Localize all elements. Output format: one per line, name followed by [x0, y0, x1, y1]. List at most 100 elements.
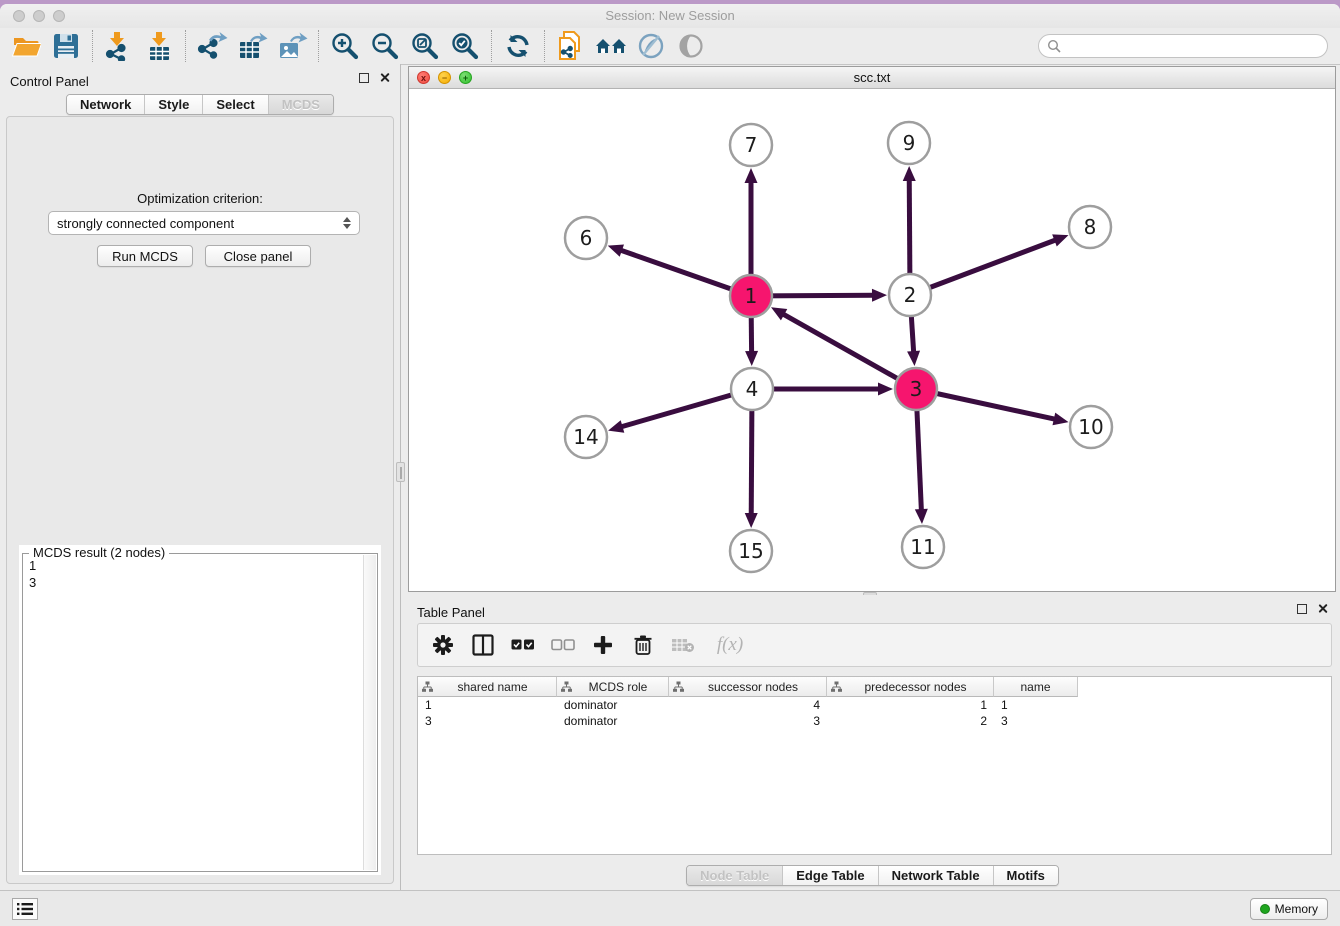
create-column-button[interactable] — [590, 632, 616, 658]
graph-node-15[interactable]: 15 — [730, 530, 772, 572]
network-canvas[interactable]: 7 9 6 8 1 2 4 3 14 10 15 11 — [409, 89, 1335, 591]
search-input[interactable] — [1066, 39, 1319, 53]
open-session-button[interactable] — [6, 29, 46, 63]
export-image-button[interactable] — [272, 29, 312, 63]
column-type-icon — [561, 681, 572, 692]
zoom-in-button[interactable] — [325, 29, 365, 63]
graph-node-1[interactable]: 1 — [730, 275, 772, 317]
float-table-panel-icon[interactable] — [1297, 604, 1307, 614]
table-cell[interactable]: 3 — [669, 713, 827, 729]
table-cell[interactable]: 1 — [994, 697, 1078, 713]
mcds-result-text[interactable]: 13 — [25, 557, 361, 869]
home-networks-button[interactable] — [591, 29, 631, 63]
panel-splitter-grip[interactable] — [396, 462, 405, 482]
tab-network-table[interactable]: Network Table — [878, 866, 993, 885]
graphics-details-button[interactable] — [631, 29, 671, 63]
table-cell[interactable]: 4 — [669, 697, 827, 713]
table-cell[interactable]: 1 — [827, 697, 994, 713]
column-header-mcds-role[interactable]: MCDS role — [557, 677, 669, 697]
close-table-panel-icon[interactable] — [1317, 603, 1328, 614]
edge-1-6[interactable] — [608, 244, 751, 296]
column-label: shared name — [433, 680, 552, 694]
tab-motifs[interactable]: Motifs — [993, 866, 1058, 885]
run-mcds-button[interactable]: Run MCDS — [97, 245, 193, 267]
close-panel-button[interactable]: Close panel — [205, 245, 311, 267]
graph-node-8[interactable]: 8 — [1069, 206, 1111, 248]
graph-node-3[interactable]: 3 — [895, 368, 937, 410]
toolbar-separator — [544, 30, 545, 62]
network-window-titlebar[interactable]: x − + scc.txt — [409, 67, 1335, 89]
node-table-body: 1dominator4113dominator323 — [418, 697, 1331, 729]
table-cell[interactable]: 1 — [418, 697, 557, 713]
result-scrollbar[interactable] — [363, 555, 376, 870]
delete-column-button[interactable] — [630, 632, 656, 658]
search-field[interactable] — [1038, 34, 1328, 58]
edge-3-1[interactable] — [771, 307, 916, 389]
table-panel-tabs: Node TableEdge TableNetwork TableMotifs — [686, 865, 1059, 886]
graph-node-10[interactable]: 10 — [1070, 406, 1112, 448]
zoom-selected-button[interactable] — [445, 29, 485, 63]
column-header-predecessor-nodes[interactable]: predecessor nodes — [827, 677, 994, 697]
result-line: 3 — [29, 574, 361, 591]
export-network-button[interactable] — [192, 29, 232, 63]
close-panel-icon[interactable] — [379, 72, 390, 83]
node-label: 3 — [910, 377, 923, 401]
apply-layout-button[interactable] — [498, 29, 538, 63]
network-graph: 7 9 6 8 1 2 4 3 14 10 15 11 — [409, 89, 1335, 591]
float-panel-icon[interactable] — [359, 73, 369, 83]
column-header-successor-nodes[interactable]: successor nodes — [669, 677, 827, 697]
zoom-selected-icon — [450, 31, 480, 61]
edge-2-8[interactable] — [910, 234, 1068, 295]
edge-arrowhead-icon — [872, 289, 887, 302]
edge-arrowhead-icon — [745, 513, 758, 528]
select-all-columns-button[interactable] — [510, 632, 536, 658]
tab-select[interactable]: Select — [202, 95, 267, 114]
memory-button[interactable]: Memory — [1250, 898, 1328, 920]
criterion-dropdown[interactable]: strongly connected component — [48, 211, 360, 235]
zoom-out-button[interactable] — [365, 29, 405, 63]
column-header-shared-name[interactable]: shared name — [418, 677, 557, 697]
import-network-button[interactable] — [99, 29, 139, 63]
show-column-panel-button[interactable] — [470, 632, 496, 658]
graph-node-2[interactable]: 2 — [889, 274, 931, 316]
edge-3-10[interactable] — [916, 389, 1069, 425]
delete-table-button[interactable] — [670, 632, 696, 658]
graph-node-6[interactable]: 6 — [565, 217, 607, 259]
column-label: name — [998, 680, 1073, 694]
graph-node-4[interactable]: 4 — [731, 368, 773, 410]
function-builder-button[interactable]: f(x) — [710, 632, 750, 658]
graph-node-14[interactable]: 14 — [565, 416, 607, 458]
show-hide-button[interactable] — [671, 29, 711, 63]
table-cell[interactable]: 3 — [418, 713, 557, 729]
list-icon — [17, 902, 33, 916]
table-row[interactable]: 1dominator411 — [418, 697, 1331, 713]
import-table-button[interactable] — [139, 29, 179, 63]
edge-arrowhead-icon — [608, 420, 624, 432]
save-session-button[interactable] — [46, 29, 86, 63]
tab-node-table[interactable]: Node Table — [687, 866, 782, 885]
table-cell[interactable]: dominator — [557, 713, 669, 729]
graph-node-7[interactable]: 7 — [730, 124, 772, 166]
table-row[interactable]: 3dominator323 — [418, 713, 1331, 729]
table-cell[interactable]: 3 — [994, 713, 1078, 729]
graph-node-9[interactable]: 9 — [888, 122, 930, 164]
tab-network[interactable]: Network — [67, 95, 144, 114]
save-icon — [53, 33, 79, 59]
status-bar: Memory — [0, 890, 1340, 926]
tab-edge-table[interactable]: Edge Table — [782, 866, 877, 885]
export-table-button[interactable] — [232, 29, 272, 63]
table-settings-button[interactable] — [430, 632, 456, 658]
table-cell[interactable]: dominator — [557, 697, 669, 713]
tab-mcds[interactable]: MCDS — [268, 95, 333, 114]
task-history-button[interactable] — [12, 898, 38, 920]
zoom-fit-button[interactable] — [405, 29, 445, 63]
tab-style[interactable]: Style — [144, 95, 202, 114]
column-header-name[interactable]: name — [994, 677, 1078, 697]
edge-4-14[interactable] — [608, 389, 752, 433]
deselect-all-columns-button[interactable] — [550, 632, 576, 658]
table-cell[interactable]: 2 — [827, 713, 994, 729]
graph-node-11[interactable]: 11 — [902, 526, 944, 568]
node-table-header: shared name MCDS rolesuccessor nodesprede… — [418, 677, 1331, 697]
clone-network-button[interactable] — [551, 29, 591, 63]
export-network-icon — [196, 31, 228, 61]
